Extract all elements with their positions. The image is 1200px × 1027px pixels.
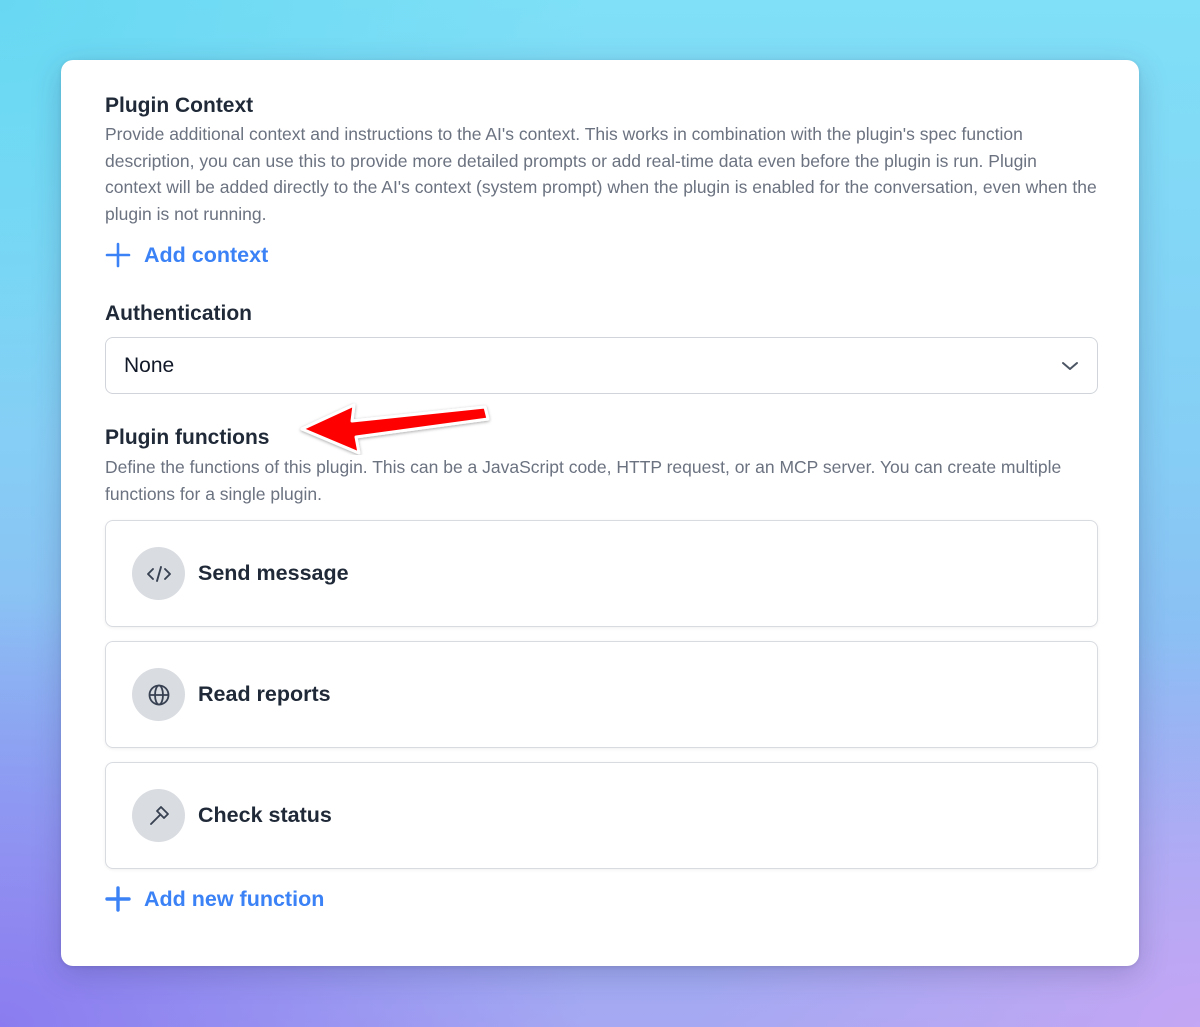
add-new-function-button[interactable]: Add new function — [105, 885, 324, 913]
authentication-select[interactable]: None — [105, 337, 1098, 394]
globe-icon — [132, 668, 185, 721]
authentication-title: Authentication — [105, 302, 252, 325]
add-context-button[interactable]: Add context — [105, 241, 268, 269]
annotation-arrow-icon — [300, 403, 490, 455]
function-label: Check status — [198, 803, 332, 827]
plugin-settings-card: Plugin Context Provide additional contex… — [61, 60, 1139, 966]
plugin-functions-title: Plugin functions — [105, 426, 270, 449]
function-label: Read reports — [198, 682, 331, 706]
function-label: Send message — [198, 561, 349, 585]
chevron-down-icon — [1062, 361, 1078, 370]
plugin-functions-section: Plugin functions Define the functions of… — [105, 425, 1098, 507]
function-card-check-status[interactable]: Check status — [105, 762, 1098, 869]
add-context-label: Add context — [144, 242, 269, 267]
hammer-icon — [132, 789, 185, 842]
plugin-context-section: Plugin Context Provide additional contex… — [105, 93, 1098, 227]
plus-icon — [105, 886, 131, 912]
plugin-context-title: Plugin Context — [105, 94, 254, 117]
add-new-function-label: Add new function — [144, 886, 325, 911]
code-icon — [132, 547, 185, 600]
plugin-functions-description: Define the functions of this plugin. Thi… — [105, 457, 1062, 504]
plus-icon — [105, 242, 131, 268]
function-card-read-reports[interactable]: Read reports — [105, 641, 1098, 748]
authentication-selected-value: None — [124, 353, 175, 377]
function-card-send-message[interactable]: Send message — [105, 520, 1098, 627]
plugin-context-description: Provide additional context and instructi… — [105, 124, 1097, 224]
